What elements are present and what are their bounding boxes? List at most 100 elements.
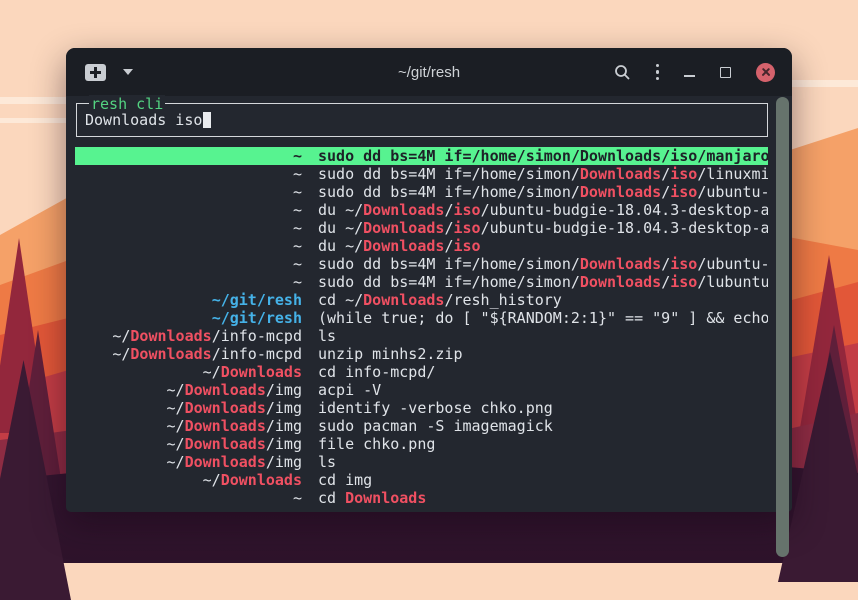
match-highlight: Downloads — [185, 417, 266, 435]
row-command: cd img — [318, 471, 768, 489]
match-highlight: iso — [453, 237, 480, 255]
history-row[interactable]: ~sudo dd bs=4M if=/home/simon/Downloads/… — [75, 165, 768, 183]
command-text: cd img — [318, 471, 372, 489]
row-command: (while true; do [ "${RANDOM:2:1}" == "9"… — [318, 309, 768, 327]
command-text: ~ — [293, 147, 302, 165]
chevron-down-icon[interactable] — [123, 69, 133, 75]
history-row[interactable]: ~/Downloads/img ls — [75, 453, 768, 471]
command-text: cd ~/ — [318, 291, 363, 309]
match-highlight: Downloads — [185, 399, 266, 417]
command-text: /ubuntu-budgie-18.04.3-desktop-a — [481, 219, 768, 237]
match-highlight: iso — [453, 219, 480, 237]
match-highlight: Downloads — [363, 219, 444, 237]
search-icon[interactable] — [614, 64, 631, 81]
history-row[interactable]: ~/git/resh cd ~/Downloads/resh_history — [75, 291, 768, 309]
history-row[interactable]: ~/Downloads/imgsudo pacman -S imagemagic… — [75, 417, 768, 435]
command-text: /img — [266, 399, 302, 417]
row-command: ls — [318, 327, 768, 345]
row-context: ~ — [75, 255, 302, 273]
row-command: cd Downloads — [318, 489, 768, 507]
history-row[interactable]: ~/Downloads/info-mcpd ls — [75, 327, 768, 345]
command-text: ~ — [293, 219, 302, 237]
match-highlight: Downloads — [221, 363, 302, 381]
directory-path: ~/git/resh — [212, 309, 302, 327]
command-text: ~/ — [203, 363, 221, 381]
command-text: ~ — [293, 165, 302, 183]
history-row[interactable]: ~/Downloads/info-mcpd unzip minhs2.zip — [75, 345, 768, 363]
history-row[interactable]: ~/Downloads/img file chko.png — [75, 435, 768, 453]
match-highlight: Downloads — [580, 183, 661, 201]
command-text: ~/ — [167, 381, 185, 399]
command-text: sudo dd bs=4M if=/home/simon/ — [318, 273, 580, 291]
restore-icon[interactable] — [720, 67, 731, 78]
history-row[interactable]: ~sudo dd bs=4M if=/home/simon/Downloads/… — [75, 183, 768, 201]
command-text: ls — [318, 327, 336, 345]
row-context: ~ — [75, 237, 302, 255]
command-text: /info-mcpd — [212, 345, 302, 363]
history-row[interactable]: ~ cd Downloads — [75, 489, 768, 507]
history-row[interactable]: ~ du ~/Downloads/iso/ubuntu-budgie-18.04.… — [75, 201, 768, 219]
row-command: file chko.png — [318, 435, 768, 453]
command-text: ~ — [293, 273, 302, 291]
scrollbar-thumb[interactable] — [776, 97, 789, 557]
command-text: cd — [318, 489, 345, 507]
history-row[interactable]: ~/git/resh (while true; do [ "${RANDOM:2:… — [75, 309, 768, 327]
match-highlight: Downloads — [580, 273, 661, 291]
row-context: ~ — [75, 273, 302, 291]
history-row[interactable]: ~/Downloads/imgacpi -V — [75, 381, 768, 399]
row-context: ~/git/resh — [75, 291, 302, 309]
history-row[interactable]: ~du ~/Downloads/iso/ubuntu-budgie-18.04.… — [75, 219, 768, 237]
command-text: ~/ — [167, 417, 185, 435]
match-highlight: Downloads — [580, 255, 661, 273]
row-command: du ~/Downloads/iso/ubuntu-budgie-18.04.3… — [318, 201, 768, 219]
close-icon[interactable] — [756, 63, 775, 82]
command-text: ~ — [293, 489, 302, 507]
match-highlight: Downloads — [185, 435, 266, 453]
command-text: sudo pacman -S imagemagick — [318, 417, 553, 435]
row-context: ~/git/resh — [75, 309, 302, 327]
menu-kebab-icon[interactable] — [656, 64, 660, 81]
history-row-selected[interactable]: ~ sudo dd bs=4M if=/home/simon/Downloads/… — [75, 147, 768, 165]
command-text: ~ — [293, 183, 302, 201]
match-highlight: Downloads — [130, 345, 211, 363]
row-context: ~/Downloads/img — [75, 453, 302, 471]
command-text: sudo dd bs=4M if=/home/simon/ — [318, 165, 580, 183]
row-context: ~ — [75, 147, 302, 165]
row-context: ~ — [75, 201, 302, 219]
row-context: ~ — [75, 183, 302, 201]
command-text: du ~/ — [318, 201, 363, 219]
command-text: /info-mcpd — [212, 327, 302, 345]
command-text: file chko.png — [318, 435, 435, 453]
command-text: / — [661, 255, 670, 273]
match-highlight: Downloads — [363, 237, 444, 255]
history-row[interactable]: ~/Downloads cd img — [75, 471, 768, 489]
titlebar[interactable]: ~/git/resh — [66, 48, 792, 96]
history-row[interactable]: ~sudo dd bs=4M if=/home/simon/Downloads/… — [75, 273, 768, 291]
command-text: ~/ — [112, 345, 130, 363]
row-context: ~ — [75, 489, 302, 507]
new-tab-icon[interactable] — [85, 64, 106, 81]
match-highlight: Downloads — [185, 381, 266, 399]
match-highlight: iso — [670, 165, 697, 183]
row-command: cd ~/Downloads/resh_history — [318, 291, 768, 309]
command-text: ~ — [293, 201, 302, 219]
history-row[interactable]: ~/Downloads/imgidentify -verbose chko.pn… — [75, 399, 768, 417]
history-row[interactable]: ~/Downloadscd info-mcpd/ — [75, 363, 768, 381]
row-command: unzip minhs2.zip — [318, 345, 768, 363]
match-highlight: Downloads — [221, 471, 302, 489]
row-command: sudo dd bs=4M if=/home/simon/Downloads/i… — [318, 147, 768, 165]
row-context: ~/Downloads — [75, 471, 302, 489]
minimize-icon[interactable] — [684, 67, 695, 77]
search-input[interactable]: Downloads iso — [77, 104, 767, 136]
command-text: sudo dd bs=4M if=/home/simon/Downloads/i… — [318, 147, 768, 165]
history-row[interactable]: ~du ~/Downloads/iso — [75, 237, 768, 255]
row-context: ~/Downloads/img — [75, 435, 302, 453]
row-context: ~/Downloads/info-mcpd — [75, 327, 302, 345]
directory-path: ~/git/resh — [212, 291, 302, 309]
row-context: ~/Downloads — [75, 363, 302, 381]
row-command: ls — [318, 453, 768, 471]
history-row[interactable]: ~sudo dd bs=4M if=/home/simon/Downloads/… — [75, 255, 768, 273]
row-command: acpi -V — [318, 381, 768, 399]
command-text: /ubuntu-budgie-18.04.3-desktop-a — [481, 201, 768, 219]
command-text: (while true; do [ "${RANDOM:2:1}" == "9"… — [318, 309, 768, 327]
